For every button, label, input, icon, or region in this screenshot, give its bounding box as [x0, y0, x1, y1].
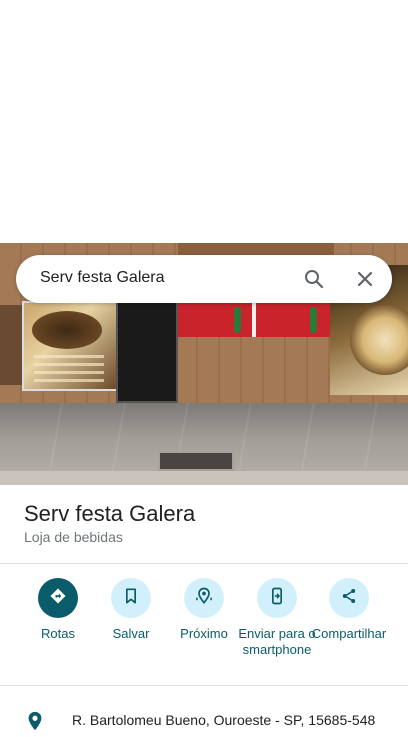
location-pin-icon	[24, 710, 46, 732]
button-background	[257, 578, 297, 618]
bottle-graphic	[310, 307, 317, 333]
send-to-phone-icon	[267, 586, 287, 611]
send-to-phone-label: Enviar para o smartphone	[238, 626, 316, 657]
button-background	[38, 578, 78, 618]
action-bar: Rotas Salvar Próximo Enviar para o smart…	[0, 578, 408, 678]
bottle-graphic	[234, 307, 241, 333]
send-to-phone-button[interactable]: Enviar para o smartphone	[237, 578, 317, 658]
search-input[interactable]: Serv festa Galera	[40, 269, 165, 287]
promo-panel-right	[256, 303, 332, 337]
shelf	[0, 305, 22, 385]
divider	[0, 563, 408, 564]
nearby-icon	[194, 586, 214, 611]
logo-graphic	[350, 305, 408, 375]
directions-label: Rotas	[41, 626, 75, 641]
close-icon[interactable]	[353, 267, 377, 291]
search-icon[interactable]	[302, 267, 326, 291]
nearby-label: Próximo	[180, 626, 228, 641]
place-title: Serv festa Galera	[24, 501, 196, 526]
button-background	[329, 578, 369, 618]
divider	[0, 685, 408, 686]
wall-beam	[178, 243, 334, 255]
search-bar[interactable]: Serv festa Galera	[16, 255, 392, 303]
directions-button[interactable]: Rotas	[18, 578, 98, 642]
address-row[interactable]: R. Bartolomeu Bueno, Ouroeste - SP, 1568…	[0, 700, 408, 731]
curb	[0, 471, 408, 485]
store-sign-left	[22, 301, 118, 391]
bookmark-icon	[121, 586, 141, 611]
sign-text-lines	[34, 355, 104, 387]
button-background	[111, 578, 151, 618]
share-button[interactable]: Compartilhar	[309, 578, 389, 642]
blank-area	[0, 0, 408, 243]
place-category: Loja de bebidas	[24, 529, 123, 545]
save-button[interactable]: Salvar	[91, 578, 171, 642]
promo-banner	[178, 303, 332, 337]
drain-grate	[158, 451, 234, 471]
directions-icon	[48, 586, 68, 611]
save-label: Salvar	[112, 626, 150, 641]
logo-graphic	[32, 311, 102, 349]
button-background	[184, 578, 224, 618]
share-icon	[339, 586, 359, 611]
store-door	[118, 301, 176, 401]
share-label: Compartilhar	[311, 626, 387, 641]
nearby-button[interactable]: Próximo	[164, 578, 244, 642]
